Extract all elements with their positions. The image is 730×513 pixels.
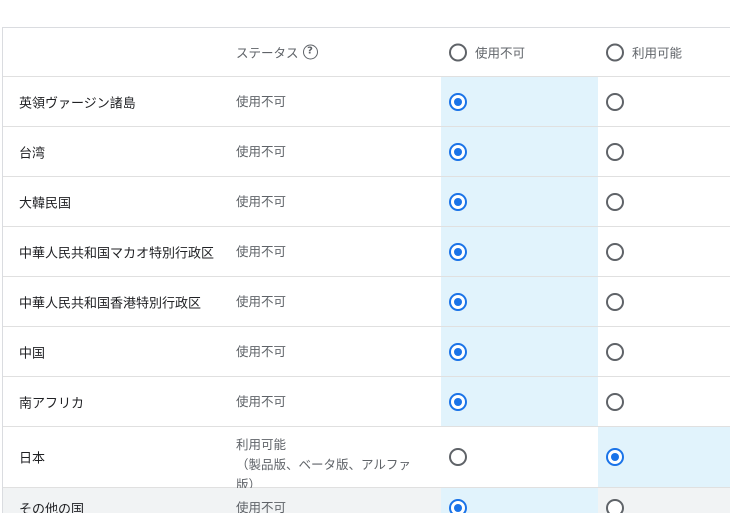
table-row: 中国 使用不可: [3, 327, 730, 377]
country-cell: 日本: [3, 427, 235, 487]
available-radio[interactable]: [606, 392, 624, 411]
country-name: 中華人民共和国マカオ特別行政区: [19, 246, 215, 261]
country-name: 南アフリカ: [19, 396, 85, 411]
unavailable-cell: [441, 127, 598, 176]
header-available-cell: 利用可能: [598, 28, 730, 76]
available-radio[interactable]: [606, 499, 624, 513]
country-cell: 中華人民共和国香港特別行政区: [3, 277, 235, 326]
country-cell: 南アフリカ: [3, 377, 235, 426]
status-cell: 使用不可: [235, 488, 441, 513]
available-radio[interactable]: [606, 448, 624, 466]
country-cell: 英領ヴァージン諸島: [3, 77, 235, 126]
available-cell: [598, 127, 730, 176]
status-text: 使用不可: [236, 243, 287, 259]
country-name: 日本: [19, 451, 46, 467]
status-text: 使用不可: [236, 500, 287, 513]
country-availability-table: ステータス ? 使用不可 利用可能 英領ヴァージン諸島 使用不可 台湾 使用不可: [2, 27, 730, 513]
table-header-row: ステータス ? 使用不可 利用可能: [3, 28, 730, 77]
status-cell: 使用不可: [235, 227, 441, 276]
available-cell: [598, 427, 730, 487]
unavailable-cell: [441, 427, 598, 487]
status-header-label: ステータス: [236, 45, 299, 61]
country-cell: 台湾: [3, 127, 235, 176]
available-cell: [598, 77, 730, 126]
country-name: その他の国: [19, 502, 85, 513]
table-row: 中華人民共和国マカオ特別行政区 使用不可: [3, 227, 730, 277]
status-line: 利用可能: [236, 437, 287, 452]
header-unavailable-cell: 使用不可: [441, 28, 598, 76]
country-name: 中華人民共和国香港特別行政区: [19, 296, 202, 311]
header-available-toggle[interactable]: 利用可能: [606, 43, 682, 62]
header-status-cell: ステータス ?: [235, 28, 441, 76]
unavailable-cell: [441, 377, 598, 426]
available-radio[interactable]: [606, 92, 624, 111]
status-text: 使用不可: [236, 93, 287, 109]
table-row: 大韓民国 使用不可: [3, 177, 730, 227]
unavailable-radio[interactable]: [449, 392, 467, 411]
status-cell: 使用不可: [235, 377, 441, 426]
available-cell: [598, 177, 730, 226]
table-row: 中華人民共和国香港特別行政区 使用不可: [3, 277, 730, 327]
unavailable-radio[interactable]: [449, 292, 467, 311]
status-cell: 使用不可: [235, 77, 441, 126]
unavailable-radio[interactable]: [449, 242, 467, 261]
country-name: 英領ヴァージン諸島: [19, 96, 136, 111]
unavailable-radio[interactable]: [449, 192, 467, 211]
available-cell: [598, 327, 730, 376]
header-unavailable-radio[interactable]: [449, 43, 467, 61]
available-radio[interactable]: [606, 242, 624, 261]
unavailable-radio[interactable]: [449, 448, 467, 466]
header-unavailable-toggle[interactable]: 使用不可: [449, 43, 525, 62]
unavailable-radio[interactable]: [449, 142, 467, 161]
unavailable-cell: [441, 77, 598, 126]
table-row: 台湾 使用不可: [3, 127, 730, 177]
unavailable-radio[interactable]: [449, 342, 467, 361]
available-cell: [598, 277, 730, 326]
available-radio[interactable]: [606, 142, 624, 161]
table-row: 英領ヴァージン諸島 使用不可: [3, 77, 730, 127]
status-text: 使用不可: [236, 343, 287, 359]
status-text: 使用不可: [236, 293, 287, 309]
header-country-cell: [3, 28, 235, 76]
unavailable-radio[interactable]: [449, 92, 467, 111]
available-cell: [598, 227, 730, 276]
table-row: 日本 利用可能 （製品版、ベータ版、アルファ 版）: [3, 427, 730, 492]
country-name: 大韓民国: [19, 196, 72, 211]
status-text: 使用不可: [236, 143, 287, 159]
status-cell: 使用不可: [235, 177, 441, 226]
status-cell: 使用不可: [235, 277, 441, 326]
status-line: （製品版、ベータ版、アルファ: [236, 457, 411, 472]
header-available-label: 利用可能: [632, 45, 683, 61]
country-cell: 中国: [3, 327, 235, 376]
unavailable-cell: [441, 488, 598, 513]
country-cell: 大韓民国: [3, 177, 235, 226]
available-radio[interactable]: [606, 342, 624, 361]
country-name: 台湾: [19, 146, 46, 161]
available-cell: [598, 488, 730, 513]
status-header: ステータス ?: [236, 43, 318, 62]
available-radio[interactable]: [606, 192, 624, 211]
status-cell: 使用不可: [235, 127, 441, 176]
status-cell: 利用可能 （製品版、ベータ版、アルファ 版）: [235, 427, 441, 492]
table-row: その他の国 使用不可: [3, 488, 730, 513]
unavailable-cell: [441, 277, 598, 326]
unavailable-cell: [441, 227, 598, 276]
header-available-radio[interactable]: [606, 43, 624, 61]
country-cell: その他の国: [3, 488, 235, 513]
country-cell: 中華人民共和国マカオ特別行政区: [3, 227, 235, 276]
status-text: 使用不可: [236, 393, 287, 409]
help-icon[interactable]: ?: [302, 44, 318, 60]
available-radio[interactable]: [606, 292, 624, 311]
table-row: 南アフリカ 使用不可: [3, 377, 730, 427]
unavailable-cell: [441, 327, 598, 376]
unavailable-radio[interactable]: [449, 499, 467, 513]
unavailable-cell: [441, 177, 598, 226]
header-unavailable-label: 使用不可: [475, 45, 526, 61]
available-cell: [598, 377, 730, 426]
status-text: 利用可能 （製品版、ベータ版、アルファ 版）: [236, 435, 436, 495]
country-name: 中国: [19, 346, 46, 361]
status-text: 使用不可: [236, 193, 287, 209]
status-cell: 使用不可: [235, 327, 441, 376]
